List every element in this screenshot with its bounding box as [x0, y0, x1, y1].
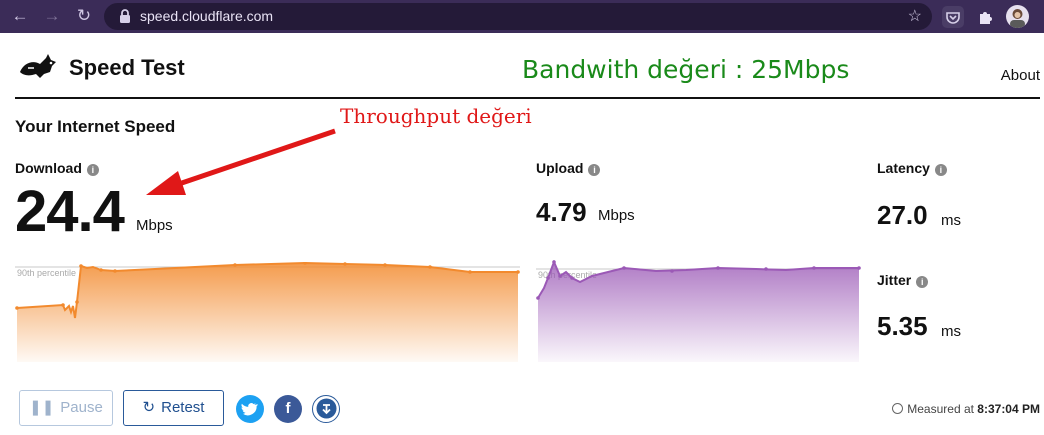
reload-icon: ↻: [142, 399, 156, 416]
latency-label: Latency i: [877, 160, 947, 176]
url-text: speed.cloudflare.com: [140, 8, 274, 24]
info-icon[interactable]: i: [588, 164, 601, 176]
download-percentile-label: 90th percentile: [17, 268, 76, 278]
header-divider: [15, 97, 1040, 99]
measured-timestamp: Measured at 8:37:04 PM: [892, 402, 1040, 416]
twitter-icon[interactable]: [236, 395, 264, 423]
upload-value: 4.79: [536, 197, 587, 227]
reload-icon[interactable]: ↻: [72, 4, 96, 28]
download-icon[interactable]: [312, 395, 340, 423]
info-icon[interactable]: i: [86, 164, 99, 176]
latency-unit: ms: [941, 212, 961, 229]
download-chart: 90th percentile: [15, 262, 520, 362]
forward-icon[interactable]: →: [40, 4, 64, 28]
jitter-value: 5.35: [877, 311, 928, 341]
back-icon[interactable]: ←: [8, 4, 32, 28]
info-icon[interactable]: i: [934, 164, 947, 176]
latency-value: 27.0: [877, 200, 928, 230]
about-link[interactable]: About: [1001, 67, 1040, 84]
browser-toolbar: ← → ↻ speed.cloudflare.com ☆: [0, 0, 1044, 33]
profile-avatar[interactable]: [1006, 5, 1029, 28]
throughput-annotation: Throughput değeri: [340, 104, 532, 128]
jitter-label: Jitter i: [877, 272, 929, 288]
address-bar[interactable]: speed.cloudflare.com ☆: [104, 3, 932, 30]
pause-icon: ❚❚: [29, 399, 55, 416]
download-label: Download i: [15, 160, 99, 176]
download-value: 24.4: [15, 179, 125, 244]
retest-button[interactable]: ↻ Retest: [123, 390, 224, 426]
upload-unit: Mbps: [598, 207, 635, 224]
upload-chart: 90th percentile: [536, 260, 861, 362]
upload-label: Upload i: [536, 160, 601, 176]
download-unit: Mbps: [136, 217, 173, 234]
lock-icon: [120, 9, 130, 23]
pocket-icon[interactable]: [942, 6, 964, 28]
jitter-unit: ms: [941, 323, 961, 340]
site-title[interactable]: Speed Test: [69, 55, 185, 81]
bookmark-star-icon[interactable]: ☆: [908, 3, 922, 30]
annotation-arrow: [146, 128, 336, 195]
extensions-icon[interactable]: [974, 6, 996, 28]
facebook-icon[interactable]: f: [274, 395, 302, 423]
clock-icon: [892, 403, 904, 414]
pause-button[interactable]: ❚❚ Pause: [19, 390, 113, 426]
info-icon[interactable]: i: [916, 276, 929, 288]
bandwidth-annotation: Bandwith değeri : 25Mbps: [522, 55, 850, 84]
rabbit-logo-icon: [20, 54, 56, 78]
